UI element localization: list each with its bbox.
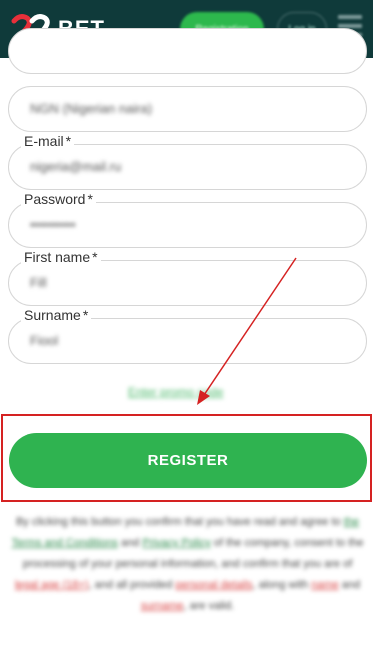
first-name-value: Fill (30, 275, 47, 290)
currency-value: NGN (Nigerian naira) (30, 101, 153, 116)
privacy-link[interactable]: Privacy Policy (142, 537, 210, 549)
country-field[interactable] (8, 28, 367, 74)
surname-link[interactable]: surname (141, 600, 184, 612)
terms-text: By clicking this button you confirm that… (11, 516, 364, 612)
legal-age-link[interactable]: legal age (18+) (15, 579, 89, 591)
password-field[interactable]: •••••••••• (8, 202, 367, 248)
password-label: Password * (21, 191, 96, 207)
promo-code-link[interactable]: Enter promo code (128, 385, 223, 399)
password-value: •••••••••• (30, 217, 76, 232)
email-field[interactable]: nigeria@mail.ru (8, 144, 367, 190)
personal-details-link[interactable]: personal details (175, 579, 252, 591)
first-name-field[interactable]: Fill (8, 260, 367, 306)
currency-select[interactable]: NGN (Nigerian naira) (8, 86, 367, 132)
name-link[interactable]: name (311, 579, 339, 591)
email-label: E-mail * (21, 133, 75, 149)
first-name-label: First name * (21, 249, 101, 265)
surname-field[interactable]: Fiool (8, 318, 367, 364)
surname-value: Fiool (30, 333, 59, 348)
email-value: nigeria@mail.ru (30, 159, 122, 174)
surname-label: Surname * (21, 307, 92, 323)
register-button[interactable]: REGISTER (9, 433, 367, 488)
